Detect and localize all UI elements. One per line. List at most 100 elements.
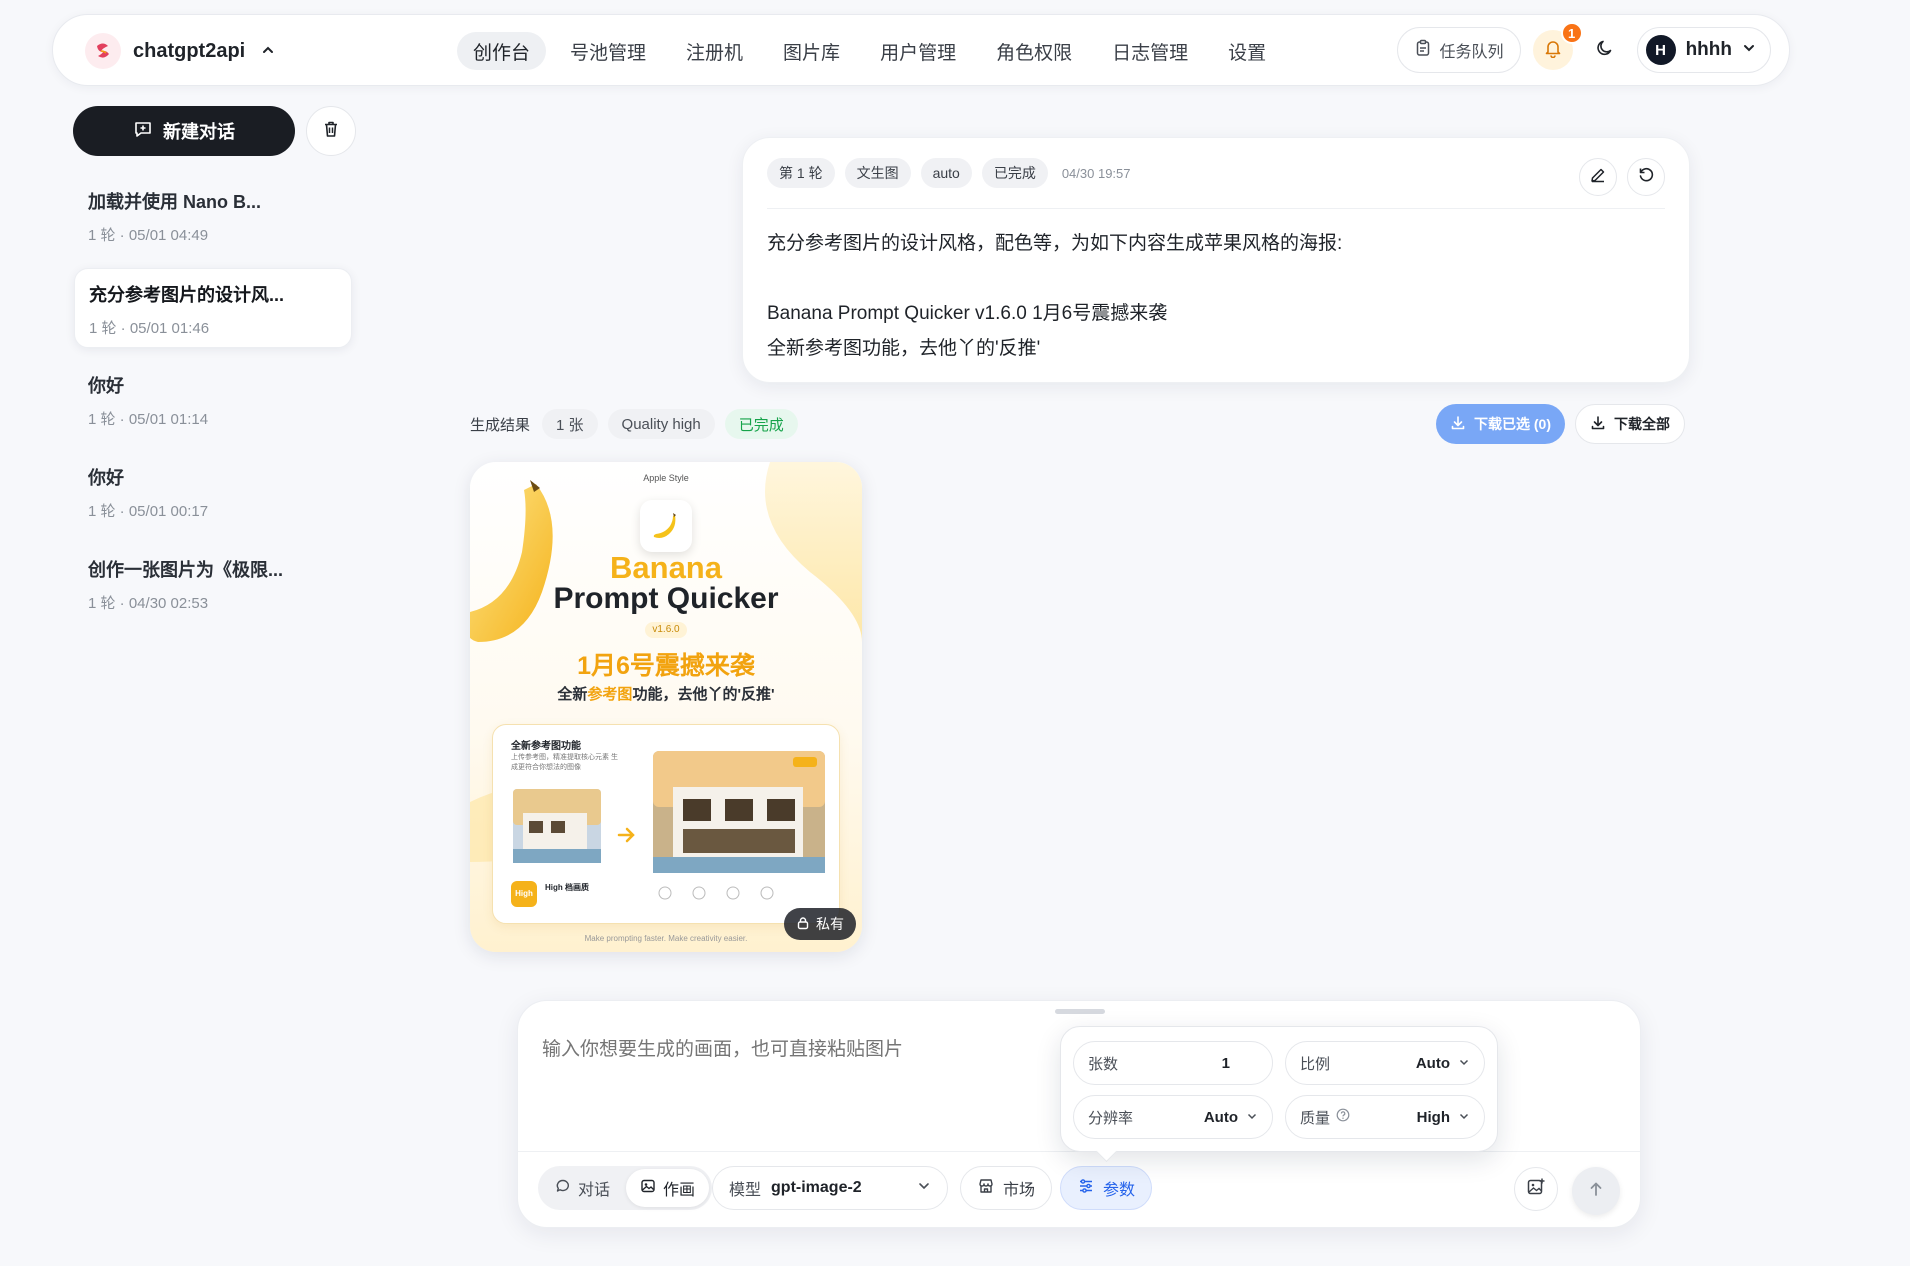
task-queue-button[interactable]: 任务队列 [1396, 27, 1521, 73]
mode-switch: 对话 作画 [538, 1166, 713, 1210]
prompt-line: 全新参考图功能，去他丫的'反推' [767, 338, 1041, 359]
poster-version: v1.6.0 [645, 622, 687, 638]
chat-bubble-icon [555, 1178, 571, 1199]
poster-title-prompt-quicker: Prompt Quicker [553, 582, 779, 615]
chat-plus-icon [133, 119, 153, 144]
conversation-item[interactable]: 你好 1 轮 · 05/01 00:17 [74, 452, 352, 532]
mode-draw-button[interactable]: 作画 [626, 1169, 710, 1207]
resolution-value-wrap: Auto [1204, 1109, 1258, 1126]
poster-house-illustration [513, 751, 825, 900]
poster-feature-panel: 全新参考图功能 上传参考图，精准提取核心元素 生成更符合你想法的图像 High … [492, 724, 840, 924]
round-tag: 第 1 轮 [767, 158, 835, 188]
conversation-meta: 1 轮 · 04/30 02:53 [88, 595, 209, 612]
private-badge[interactable]: 私有 [784, 908, 856, 940]
menu-item-gallery[interactable]: 图片库 [767, 32, 856, 70]
model-value: gpt-image-2 [771, 1179, 862, 1196]
resolution-select[interactable]: 分辨率 Auto [1073, 1095, 1273, 1139]
menu-item-register[interactable]: 注册机 [670, 32, 759, 70]
brand-switcher[interactable]: chatgpt2api [85, 33, 275, 69]
chevron-down-icon [1742, 41, 1756, 60]
mode-tag: 文生图 [844, 158, 911, 188]
params-popover: 张数 1 比例 Auto 分辨率 Auto 质量 High [1060, 1026, 1498, 1152]
prompt-message-card: 第 1 轮 文生图 auto 已完成 04/30 19:57 充分参考图片的设计… [742, 137, 1690, 383]
conversation-item[interactable]: 加载并使用 Nano B... 1 轮 · 05/01 04:49 [74, 176, 352, 256]
upload-image-button[interactable] [1514, 1167, 1558, 1211]
delete-conversations-button[interactable] [306, 106, 356, 156]
new-chat-button[interactable]: 新建对话 [73, 106, 295, 156]
poster-title-banana: Banana [610, 550, 722, 585]
chevron-up-icon [261, 43, 275, 60]
theme-toggle-button[interactable] [1585, 30, 1625, 70]
conversation-title: 创作一张图片为《极限... [88, 560, 284, 580]
help-icon[interactable] [1336, 1108, 1350, 1126]
mode-chat-button[interactable]: 对话 [541, 1169, 624, 1207]
mode-chat-label: 对话 [578, 1182, 611, 1199]
prompt-text: 充分参考图片的设计风格，配色等，为如下内容生成苹果风格的海报: Banana P… [767, 226, 1665, 366]
mode-draw-label: 作画 [663, 1182, 696, 1199]
menu-item-studio[interactable]: 创作台 [457, 32, 547, 70]
conversation-item[interactable]: 你好 1 轮 · 05/01 01:14 [74, 360, 352, 440]
params-button[interactable]: 参数 [1060, 1166, 1153, 1210]
notification-count-badge: 1 [1560, 22, 1583, 44]
count-label: 张数 [1088, 1055, 1119, 1073]
conversation-item[interactable]: 创作一张图片为《极限... 1 轮 · 04/30 02:53 [74, 544, 352, 624]
download-selected-button[interactable]: 下载已选 (0) [1436, 404, 1565, 444]
divider [767, 208, 1665, 209]
resolution-value: Auto [1203, 1108, 1238, 1126]
model-label: 模型 [729, 1182, 762, 1199]
lock-icon [796, 916, 810, 933]
download-all-button[interactable]: 下载全部 [1575, 404, 1685, 444]
conversation-item-active[interactable]: 充分参考图片的设计风... 1 轮 · 05/01 01:46 [74, 268, 352, 348]
user-menu-button[interactable]: H hhhh [1636, 27, 1771, 73]
task-queue-label: 任务队列 [1439, 44, 1504, 61]
quality-value: High [1416, 1108, 1450, 1126]
regenerate-button[interactable] [1627, 158, 1665, 196]
poster-high-badge: High [511, 881, 537, 907]
conversation-list: 加载并使用 Nano B... 1 轮 · 05/01 04:49 充分参考图片… [74, 176, 352, 636]
quality-label: 质量 [1300, 1109, 1331, 1127]
resolution-label: 分辨率 [1088, 1109, 1134, 1127]
size-tag: auto [920, 158, 972, 188]
app-logo-icon [85, 33, 121, 69]
menu-item-roles[interactable]: 角色权限 [980, 32, 1088, 70]
send-button[interactable] [1572, 1167, 1620, 1215]
poster-apple-style: Apple Style [643, 473, 689, 483]
download-all-label: 下载全部 [1614, 416, 1670, 432]
prompt-line: 充分参考图片的设计风格，配色等，为如下内容生成苹果风格的海报: [767, 233, 1343, 254]
count-field[interactable]: 张数 1 [1073, 1041, 1273, 1085]
refresh-icon [1637, 166, 1655, 189]
edit-prompt-button[interactable] [1579, 158, 1617, 196]
bell-icon [1543, 38, 1563, 63]
arrow-up-icon [1587, 1180, 1605, 1203]
app-name: chatgpt2api [133, 39, 246, 62]
ratio-select[interactable]: 比例 Auto [1285, 1041, 1485, 1085]
conversation-meta: 1 轮 · 05/01 04:49 [88, 227, 209, 244]
quality-select[interactable]: 质量 High [1285, 1095, 1485, 1139]
status-tag: 已完成 [981, 158, 1048, 188]
conversation-title: 加载并使用 Nano B... [88, 192, 262, 212]
chevron-down-icon [1246, 1110, 1258, 1125]
prompt-input[interactable] [542, 1039, 1042, 1061]
menu-item-account-pool[interactable]: 号池管理 [554, 32, 662, 70]
prompt-tags: 第 1 轮 文生图 auto 已完成 04/30 19:57 [767, 158, 1131, 188]
status-badge: 已完成 [724, 409, 798, 439]
banana-app-icon [640, 500, 692, 552]
chevron-down-icon [1458, 1056, 1470, 1071]
chevron-down-icon [1458, 1110, 1470, 1125]
market-button[interactable]: 市场 [960, 1166, 1053, 1210]
conversation-meta: 1 轮 · 05/01 01:14 [88, 411, 209, 428]
model-select[interactable]: 模型 gpt-image-2 [712, 1166, 948, 1210]
pencil-icon [1589, 166, 1607, 189]
trash-icon [321, 119, 341, 144]
moon-icon [1595, 38, 1615, 63]
ratio-value-wrap: Auto [1416, 1055, 1470, 1072]
generated-image[interactable]: Apple Style Banana Prompt Quicker v1.6.0… [470, 462, 862, 952]
menu-item-users[interactable]: 用户管理 [864, 32, 972, 70]
conversation-meta: 1 轮 · 05/01 01:46 [89, 320, 210, 337]
composer-drag-handle[interactable] [1055, 1009, 1105, 1014]
conversation-title: 你好 [88, 468, 124, 488]
menu-item-logs[interactable]: 日志管理 [1096, 32, 1204, 70]
avatar: H [1645, 35, 1676, 65]
menu-item-settings[interactable]: 设置 [1212, 32, 1282, 70]
notifications-button[interactable]: 1 [1532, 22, 1583, 70]
